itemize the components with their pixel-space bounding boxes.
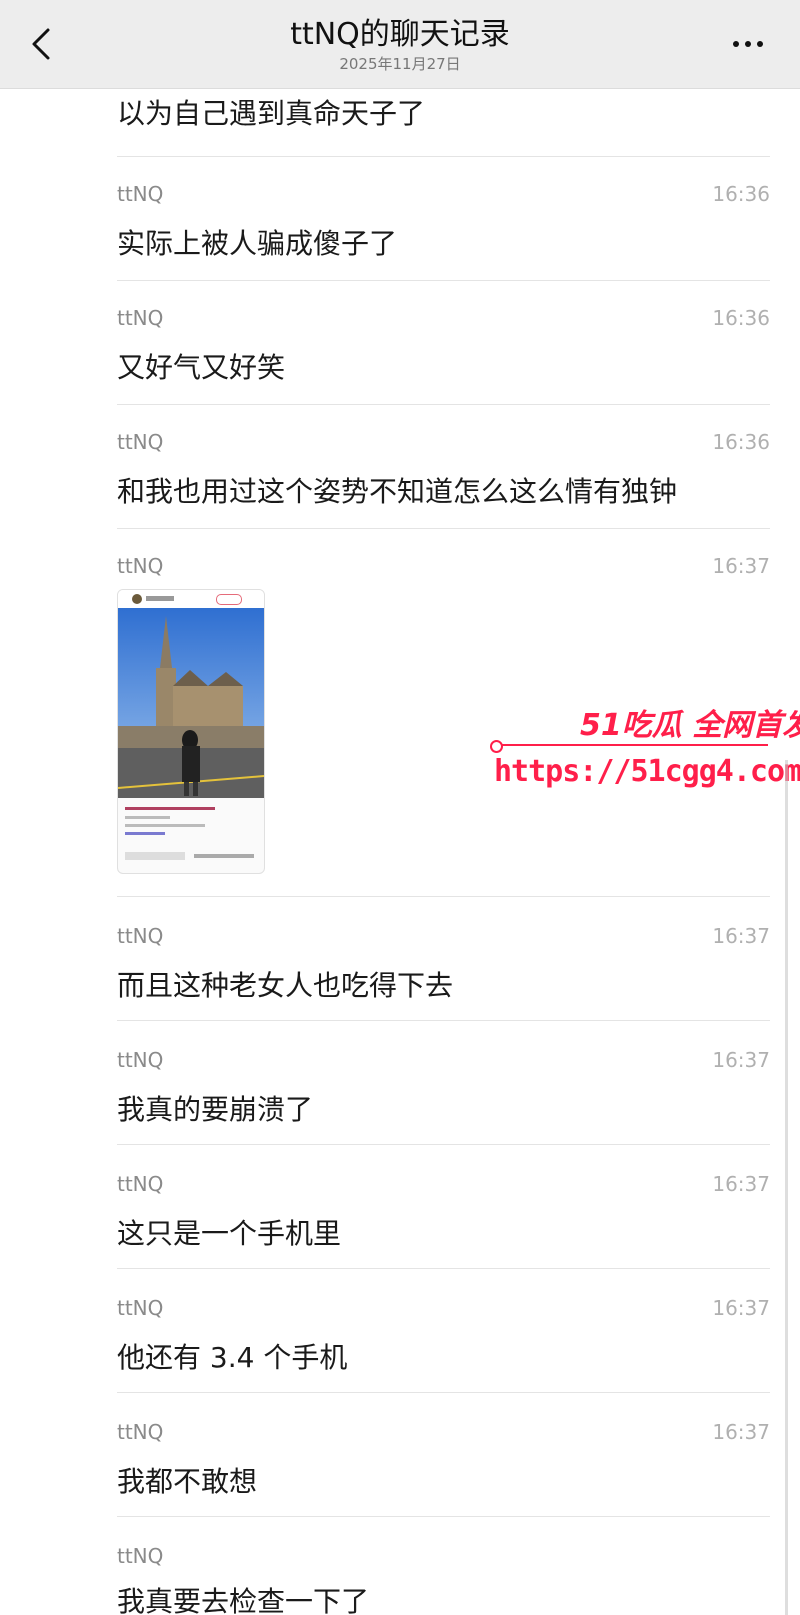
back-button[interactable]	[22, 24, 62, 64]
message-item[interactable]: ttNQ 16:37	[117, 554, 770, 584]
message-sender: ttNQ	[117, 554, 164, 578]
watermark-url: https://51cgg4.com	[494, 754, 800, 789]
message-item[interactable]: ttNQ 16:37 我都不敢想	[117, 1420, 770, 1510]
chevron-left-icon	[32, 28, 50, 60]
divider	[117, 404, 770, 405]
message-time: 16:37	[712, 1048, 770, 1072]
divider	[117, 1268, 770, 1269]
top-bar: ttNQ的聊天记录 2025年11月27日	[0, 0, 800, 89]
chat-record-page: ttNQ的聊天记录 2025年11月27日 以为自己遇到真命天子了 ttNQ 1…	[0, 0, 800, 1615]
title-block: ttNQ的聊天记录 2025年11月27日	[200, 14, 600, 74]
message-text: 和我也用过这个姿势不知道怎么这么情有独钟	[117, 475, 678, 508]
page-date: 2025年11月27日	[339, 55, 461, 73]
message-time: 16:37	[712, 1172, 770, 1196]
message-time: 16:37	[712, 1296, 770, 1320]
message-item[interactable]: ttNQ 16:36 和我也用过这个姿势不知道怎么这么情有独钟	[117, 430, 770, 520]
message-text: 实际上被人骗成傻子了	[117, 227, 398, 260]
message-sender: ttNQ	[117, 924, 164, 948]
more-button[interactable]	[730, 34, 770, 54]
message-sender: ttNQ	[117, 1296, 164, 1320]
message-text: 以为自己遇到真命天子了	[117, 97, 426, 130]
message-sender: ttNQ	[117, 1544, 164, 1568]
message-text: 我真要去检查一下了	[117, 1585, 370, 1615]
message-time: 16:37	[712, 554, 770, 578]
message-item[interactable]: ttNQ 16:37 他还有 3.4 个手机	[117, 1296, 770, 1386]
divider	[117, 1392, 770, 1393]
message-text: 他还有 3.4 个手机	[117, 1341, 348, 1374]
watermark: 51吃瓜 全网首发 https://51cgg4.com	[490, 700, 800, 800]
divider	[117, 1020, 770, 1021]
message-text: 又好气又好笑	[117, 351, 286, 384]
message-time: 16:36	[712, 182, 770, 206]
message-item[interactable]: ttNQ 16:37 我真的要崩溃了	[117, 1048, 770, 1138]
message-text: 我真的要崩溃了	[117, 1093, 314, 1126]
message-text: 而且这种老女人也吃得下去	[117, 969, 454, 1002]
shared-image-thumbnail[interactable]	[117, 589, 265, 874]
message-sender: ttNQ	[117, 306, 164, 330]
watermark-brand: 51吃瓜 全网首发	[580, 708, 800, 743]
church-photo	[118, 608, 264, 798]
message-sender: ttNQ	[117, 182, 164, 206]
message-time: 16:37	[712, 1420, 770, 1444]
message-sender: ttNQ	[117, 430, 164, 454]
message-item[interactable]: ttNQ 我真要去检查一下了	[117, 1544, 770, 1615]
message-item[interactable]: ttNQ 16:36 又好气又好笑	[117, 306, 770, 396]
page-title: ttNQ的聊天记录	[290, 17, 510, 52]
message-text: 我都不敢想	[117, 1465, 258, 1498]
message-item[interactable]: ttNQ 16:37 而且这种老女人也吃得下去	[117, 924, 770, 1014]
divider	[117, 896, 770, 897]
message-time: 16:36	[712, 430, 770, 454]
divider	[117, 528, 770, 529]
message-sender: ttNQ	[117, 1048, 164, 1072]
message-sender: ttNQ	[117, 1172, 164, 1196]
message-item[interactable]: ttNQ 16:37 这只是一个手机里	[117, 1172, 770, 1262]
more-dots-icon	[733, 41, 739, 47]
message-time: 16:37	[712, 924, 770, 948]
scrollbar[interactable]	[785, 760, 788, 1615]
thumb-header	[118, 590, 264, 608]
divider	[117, 1516, 770, 1517]
message-time: 16:36	[712, 306, 770, 330]
message-item[interactable]: ttNQ 16:36 实际上被人骗成傻子了	[117, 182, 770, 272]
avatar	[132, 594, 142, 604]
message-text: 这只是一个手机里	[117, 1217, 342, 1250]
divider	[117, 156, 770, 157]
divider	[117, 280, 770, 281]
divider	[117, 1144, 770, 1145]
message-sender: ttNQ	[117, 1420, 164, 1444]
